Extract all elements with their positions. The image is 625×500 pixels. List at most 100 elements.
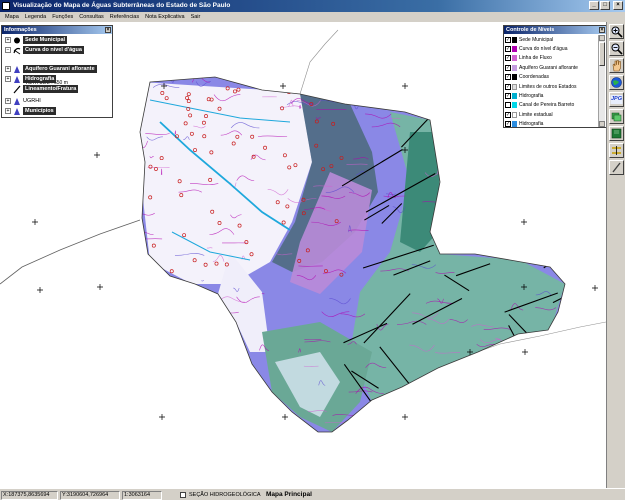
level-item[interactable]: ✓ Aquífero Guarani aflorante	[505, 63, 598, 72]
fracture-line	[469, 130, 499, 161]
level-swatch	[512, 64, 517, 71]
checkbox[interactable]	[180, 492, 186, 498]
tree-label: Aquífero Guarani aflorante	[23, 65, 97, 73]
menu-bar: Mapa Legenda Funções Consultas Referênci…	[0, 12, 625, 22]
secao-hidrogeologica-toggle[interactable]: SEÇÃO HIDROGEOLÓGICA	[180, 492, 261, 498]
layers-button[interactable]	[609, 109, 624, 124]
window-title-bar: Visualização do Mapa de Águas Subterrâne…	[0, 0, 625, 12]
expand-toggle[interactable]: +	[5, 98, 11, 104]
menu-nota-explicativa[interactable]: Nota Explicativa	[142, 12, 187, 22]
tree-item-curva-nivel[interactable]: − Curva do nível d'água	[5, 45, 84, 55]
menu-funcoes[interactable]: Funções	[49, 12, 76, 22]
zoom-out-button[interactable]	[609, 41, 624, 56]
level-item[interactable]: ✓ Hidrografia	[505, 91, 598, 100]
coordinate-cross	[97, 284, 103, 290]
tree-item-municipios[interactable]: + Municípios	[5, 106, 56, 116]
contour-line	[442, 394, 446, 400]
contour-line	[461, 130, 490, 137]
globe-button[interactable]	[609, 75, 624, 90]
level-item[interactable]: ✓ Linha de Fluxo	[505, 54, 598, 63]
expand-toggle[interactable]: +	[5, 76, 11, 82]
level-checkbox[interactable]: ✓	[505, 46, 511, 53]
scroll-up-arrow-icon[interactable]	[599, 35, 605, 41]
level-item[interactable]: ✓ Sede Municipal	[505, 35, 598, 44]
maximize-button[interactable]: □	[600, 1, 610, 10]
contour-line	[485, 221, 494, 226]
fracture-line	[534, 181, 565, 207]
close-button[interactable]: ×	[613, 1, 623, 10]
contour-line	[487, 417, 504, 422]
expand-toggle[interactable]: +	[5, 66, 11, 72]
levels-panel-title-text: Controle de Níveis	[506, 27, 555, 33]
tree-item-aquifero-guarani[interactable]: + Aquífero Guarani aflorante	[5, 64, 97, 74]
aquifer-layer-icon	[14, 65, 20, 73]
info-panel[interactable]: Informações × + Sede Municipal − Curva d…	[1, 25, 113, 118]
pan-hand-icon	[612, 60, 621, 72]
book-button[interactable]	[609, 126, 624, 141]
contour-line	[497, 406, 528, 410]
tree-item-sede-municipal[interactable]: + Sede Municipal	[5, 35, 68, 45]
level-label: Sede Municipal	[519, 36, 554, 43]
scroll-thumb[interactable]	[599, 42, 605, 66]
state-border-line	[299, 29, 339, 95]
level-item[interactable]: Canal de Pereira Barreto	[505, 101, 598, 110]
level-label: Aquífero Guarani aflorante	[519, 64, 578, 71]
level-checkbox[interactable]	[505, 102, 511, 109]
contour-line	[468, 192, 476, 197]
tree-item-lineamento[interactable]: Lineamento/Fratura	[5, 84, 79, 94]
tree-item-ugrhi[interactable]: + UGRHI	[5, 96, 41, 106]
contour-line	[195, 355, 207, 364]
level-swatch	[512, 93, 517, 100]
level-label: Limites de outros Estados	[519, 83, 577, 90]
pan-button[interactable]	[609, 58, 624, 73]
level-checkbox[interactable]: ✓	[505, 83, 511, 90]
levels-scrollbar[interactable]	[598, 35, 605, 127]
minimize-button[interactable]: _	[589, 1, 599, 10]
levels-panel-close-button[interactable]: ×	[599, 27, 605, 33]
level-checkbox[interactable]: ✓	[505, 36, 511, 43]
level-item[interactable]: ✓ Limites de outros Estados	[505, 82, 598, 91]
fracture-line	[445, 197, 487, 239]
menu-sair[interactable]: Sair	[188, 12, 204, 22]
level-checkbox[interactable]: ✓	[505, 121, 511, 128]
level-swatch	[512, 46, 517, 53]
level-item[interactable]: ✓ Limite estadual	[505, 110, 598, 119]
menu-referencias[interactable]: Referências	[107, 12, 142, 22]
contour-line	[140, 288, 142, 295]
zoom-in-button[interactable]	[609, 24, 624, 39]
level-checkbox[interactable]: ✓	[505, 111, 511, 118]
scroll-down-arrow-icon[interactable]	[599, 121, 605, 127]
tree-item-hidrografia[interactable]: + Hidrografia	[5, 74, 57, 84]
level-item[interactable]: ✓ Hidrografia	[505, 120, 598, 129]
fracture-line	[501, 150, 553, 185]
level-item[interactable]: ✓ Coordenadas	[505, 73, 598, 82]
contour-line	[461, 377, 491, 384]
level-item[interactable]: ✓ Curva do nível d'água	[505, 44, 598, 53]
level-checkbox[interactable]: ✓	[505, 74, 511, 81]
level-label: Limite estadual	[519, 111, 553, 118]
expand-toggle[interactable]: +	[5, 37, 11, 43]
contour-line	[479, 138, 489, 140]
level-checkbox[interactable]: ✓	[505, 55, 511, 62]
contour-line	[204, 324, 217, 327]
contour-line	[526, 169, 554, 174]
contour-line	[530, 135, 546, 142]
level-label: Hidrografia	[519, 93, 544, 100]
menu-mapa[interactable]: Mapa	[2, 12, 22, 22]
level-checkbox[interactable]: ✓	[505, 93, 511, 100]
menu-legenda[interactable]: Legenda	[22, 12, 49, 22]
tree-label: Lineamento/Fratura	[23, 85, 79, 93]
menu-consultas[interactable]: Consultas	[76, 12, 106, 22]
pencil-button[interactable]	[609, 160, 624, 175]
collapse-toggle[interactable]: −	[5, 47, 11, 53]
levels-list: ✓ Sede Municipal ✓ Curva do nível d'água…	[505, 35, 598, 129]
levels-panel[interactable]: Controle de Níveis × ✓ Sede Municipal ✓ …	[503, 25, 607, 128]
info-panel-close-button[interactable]: ×	[105, 27, 111, 33]
contour-line	[544, 153, 565, 160]
measure-button[interactable]	[609, 143, 624, 158]
tree-label: Curva do nível d'água	[23, 46, 84, 54]
level-checkbox[interactable]: ✓	[505, 64, 511, 71]
level-swatch	[512, 102, 517, 109]
jpg-export-button[interactable]: JPG	[609, 92, 624, 107]
expand-toggle[interactable]: +	[5, 108, 11, 114]
